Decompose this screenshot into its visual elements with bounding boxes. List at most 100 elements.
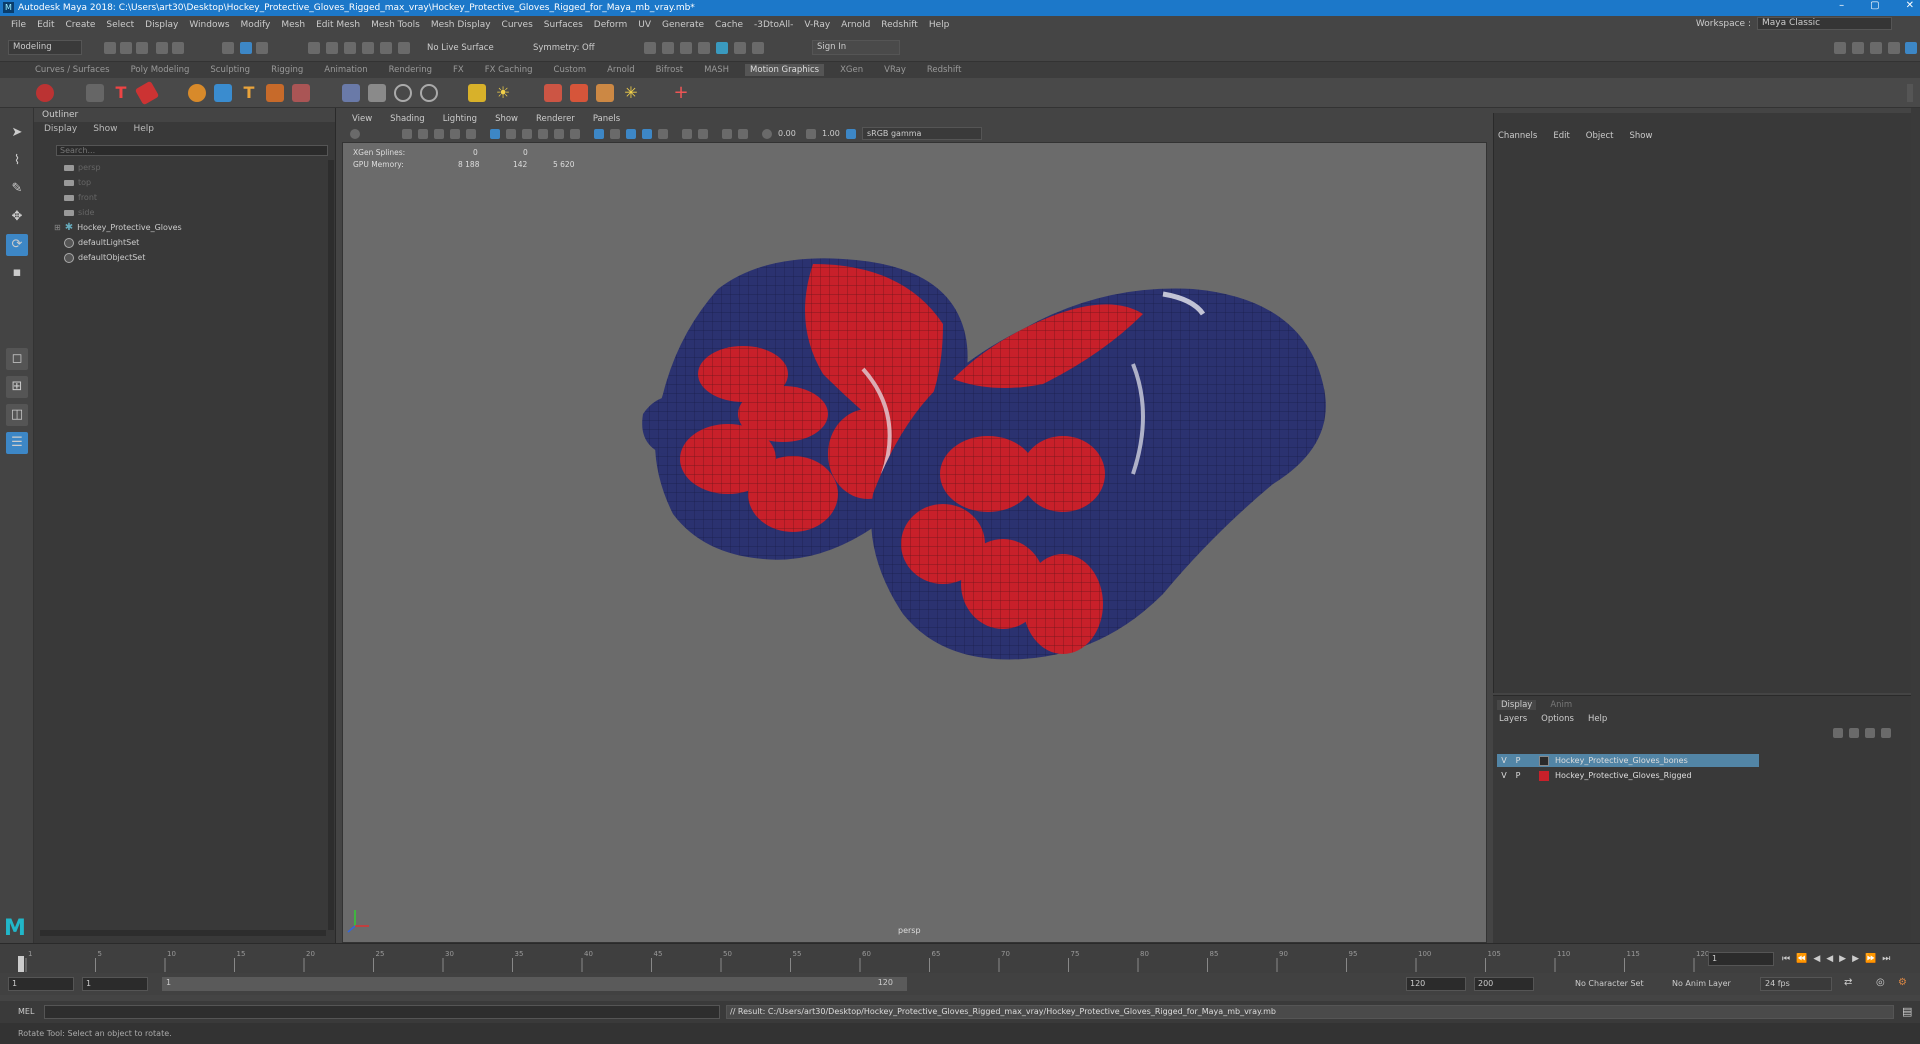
ambient-occlusion-icon[interactable] (738, 129, 748, 139)
wireframe-on-shaded-icon[interactable] (594, 129, 604, 139)
shelf-tab-curves-surfaces[interactable]: Curves / Surfaces (30, 64, 115, 76)
2d-pan-icon[interactable] (450, 129, 460, 139)
move-tool-icon[interactable]: ✥ (6, 206, 28, 228)
menu-modify[interactable]: Modify (241, 20, 271, 30)
tool-settings-icon[interactable] (1870, 42, 1882, 54)
range-start-field[interactable]: 1 (82, 977, 148, 991)
render-settings-icon[interactable] (680, 42, 692, 54)
xray-joints-icon[interactable] (698, 129, 708, 139)
use-all-lights-icon[interactable] (642, 129, 652, 139)
gamma-value[interactable]: 1.00 (822, 129, 840, 138)
color-management-icon[interactable] (846, 129, 856, 139)
shelf-tab-bifrost[interactable]: Bifrost (651, 64, 688, 76)
close-button[interactable]: ✕ (1906, 0, 1914, 11)
outliner-horizontal-scrollbar[interactable] (40, 930, 326, 936)
menu-mesh-tools[interactable]: Mesh Tools (371, 20, 420, 30)
menu-arnold[interactable]: Arnold (841, 20, 870, 30)
xray-icon[interactable] (682, 129, 692, 139)
menu-help[interactable]: Help (929, 20, 950, 30)
outliner-menu-display[interactable]: Display (44, 122, 77, 136)
shelf-tab-motion-graphics[interactable]: Motion Graphics (745, 64, 825, 76)
shelf-tab-poly-modeling[interactable]: Poly Modeling (126, 64, 195, 76)
type-tool-icon[interactable]: T (112, 84, 130, 102)
new-scene-icon[interactable] (104, 42, 116, 54)
single-view-icon[interactable]: ◻ (6, 348, 28, 370)
shelf-tab-fx[interactable]: FX (448, 64, 469, 76)
orbit-mg-icon[interactable] (420, 84, 438, 102)
burst-icon[interactable]: ✳ (622, 84, 640, 102)
character-set-select[interactable]: No Character Set (1575, 979, 1644, 988)
symmetry-label[interactable]: Symmetry: Off (533, 43, 595, 53)
menu-uv[interactable]: UV (638, 20, 651, 30)
viewport-persp[interactable]: XGen Splines: 0 0 GPU Memory: 8 188 142 … (342, 113, 1487, 943)
vp-menu-lighting[interactable]: Lighting (443, 113, 477, 126)
sphere-mg-icon[interactable] (188, 84, 206, 102)
resolution-gate-icon[interactable] (522, 129, 532, 139)
shelf-tab-arnold[interactable]: Arnold (602, 64, 640, 76)
options-menu[interactable]: Options (1541, 714, 1574, 724)
outliner-item-default-object-set[interactable]: defaultObjectSet (64, 252, 145, 264)
script-editor-icon[interactable]: ▤ (1902, 1005, 1912, 1018)
text-mg-icon[interactable]: T (240, 84, 258, 102)
outliner-item-hockey-gloves[interactable]: ⊞ ✱ Hockey_Protective_Gloves (54, 222, 182, 234)
go-to-start-icon[interactable]: ⏮ (1782, 954, 1790, 964)
svg-mg-icon[interactable] (266, 84, 284, 102)
live-surface-label[interactable]: No Live Surface (427, 43, 494, 53)
four-view-icon[interactable]: ⊞ (6, 376, 28, 398)
channel-box-toggle-icon[interactable] (1888, 42, 1900, 54)
layer-color-swatch[interactable] (1539, 770, 1549, 781)
play-backward-icon[interactable]: ◀ (1826, 954, 1833, 964)
shadows-icon[interactable] (658, 129, 668, 139)
attribute-editor-icon[interactable] (1852, 42, 1864, 54)
step-forward-frame-icon[interactable]: ▶︎ (1852, 954, 1859, 964)
time-slider[interactable]: 1 5 10 15 20 25 30 35 40 45 50 55 60 65 70 75 80 85 90 95 10… (0, 943, 1920, 973)
anim-prefs-icon[interactable]: ⚙ (1898, 977, 1907, 988)
vp-menu-panels[interactable]: Panels (593, 113, 620, 126)
vp-menu-shading[interactable]: Shading (390, 113, 425, 126)
curve-mg-icon[interactable] (214, 84, 232, 102)
smooth-shade-icon[interactable] (610, 129, 620, 139)
current-time-marker[interactable] (18, 956, 24, 972)
command-input[interactable] (44, 1005, 720, 1019)
shelf-tab-animation[interactable]: Animation (319, 64, 372, 76)
select-tool-icon[interactable]: ➤ (6, 122, 28, 144)
select-objects-icon[interactable] (240, 42, 252, 54)
cloth-mg-icon[interactable] (596, 84, 614, 102)
menu-surfaces[interactable]: Surfaces (544, 20, 583, 30)
layer-row-bones[interactable]: V P Hockey_Protective_Gloves_bones (1497, 754, 1759, 767)
expand-icon[interactable]: ⊞ (54, 222, 61, 234)
textured-icon[interactable] (626, 129, 636, 139)
bookmark-icon[interactable] (418, 129, 428, 139)
menu-create[interactable]: Create (66, 20, 96, 30)
layer-tab-anim[interactable]: Anim (1550, 700, 1572, 710)
vray-vfb-icon[interactable] (734, 42, 746, 54)
render-frame-icon[interactable] (644, 42, 656, 54)
step-back-frame-icon[interactable]: ◀︎ (1813, 954, 1820, 964)
new-layer-selected-icon[interactable] (1881, 728, 1891, 738)
vray-render-icon[interactable] (716, 42, 728, 54)
outliner-menu-help[interactable]: Help (133, 122, 154, 136)
modeling-toolkit-icon[interactable] (1834, 42, 1846, 54)
shelf-tab-rigging[interactable]: Rigging (266, 64, 308, 76)
outliner-layout-icon[interactable]: ☰ (6, 432, 28, 454)
outliner-vertical-scrollbar[interactable] (328, 160, 334, 930)
undo-icon[interactable] (156, 42, 168, 54)
outliner-search-input[interactable]: Search... (56, 145, 328, 156)
paint-select-tool-icon[interactable]: ✎ (6, 178, 28, 200)
sign-in-button[interactable]: Sign In (812, 40, 900, 55)
camera-attr-icon[interactable] (402, 129, 412, 139)
loop-icon[interactable]: ⇄ (1844, 977, 1852, 988)
mode-select[interactable]: Modeling (8, 40, 82, 55)
workspace-select[interactable]: Maya Classic (1757, 17, 1892, 30)
menu-edit[interactable]: Edit (37, 20, 54, 30)
gamma-icon[interactable] (806, 129, 816, 139)
two-view-icon[interactable]: ◫ (6, 404, 28, 426)
menu-cache[interactable]: Cache (715, 20, 743, 30)
rotate-tool-icon[interactable]: ⟳ (6, 234, 28, 256)
menu-vray[interactable]: V-Ray (804, 20, 830, 30)
menu-mesh[interactable]: Mesh (281, 20, 305, 30)
shirt-mg-icon[interactable] (570, 84, 588, 102)
channels-menu[interactable]: Channels (1498, 131, 1537, 141)
range-slider[interactable]: 1 120 (162, 977, 907, 991)
dynamics-mg-icon[interactable] (544, 84, 562, 102)
